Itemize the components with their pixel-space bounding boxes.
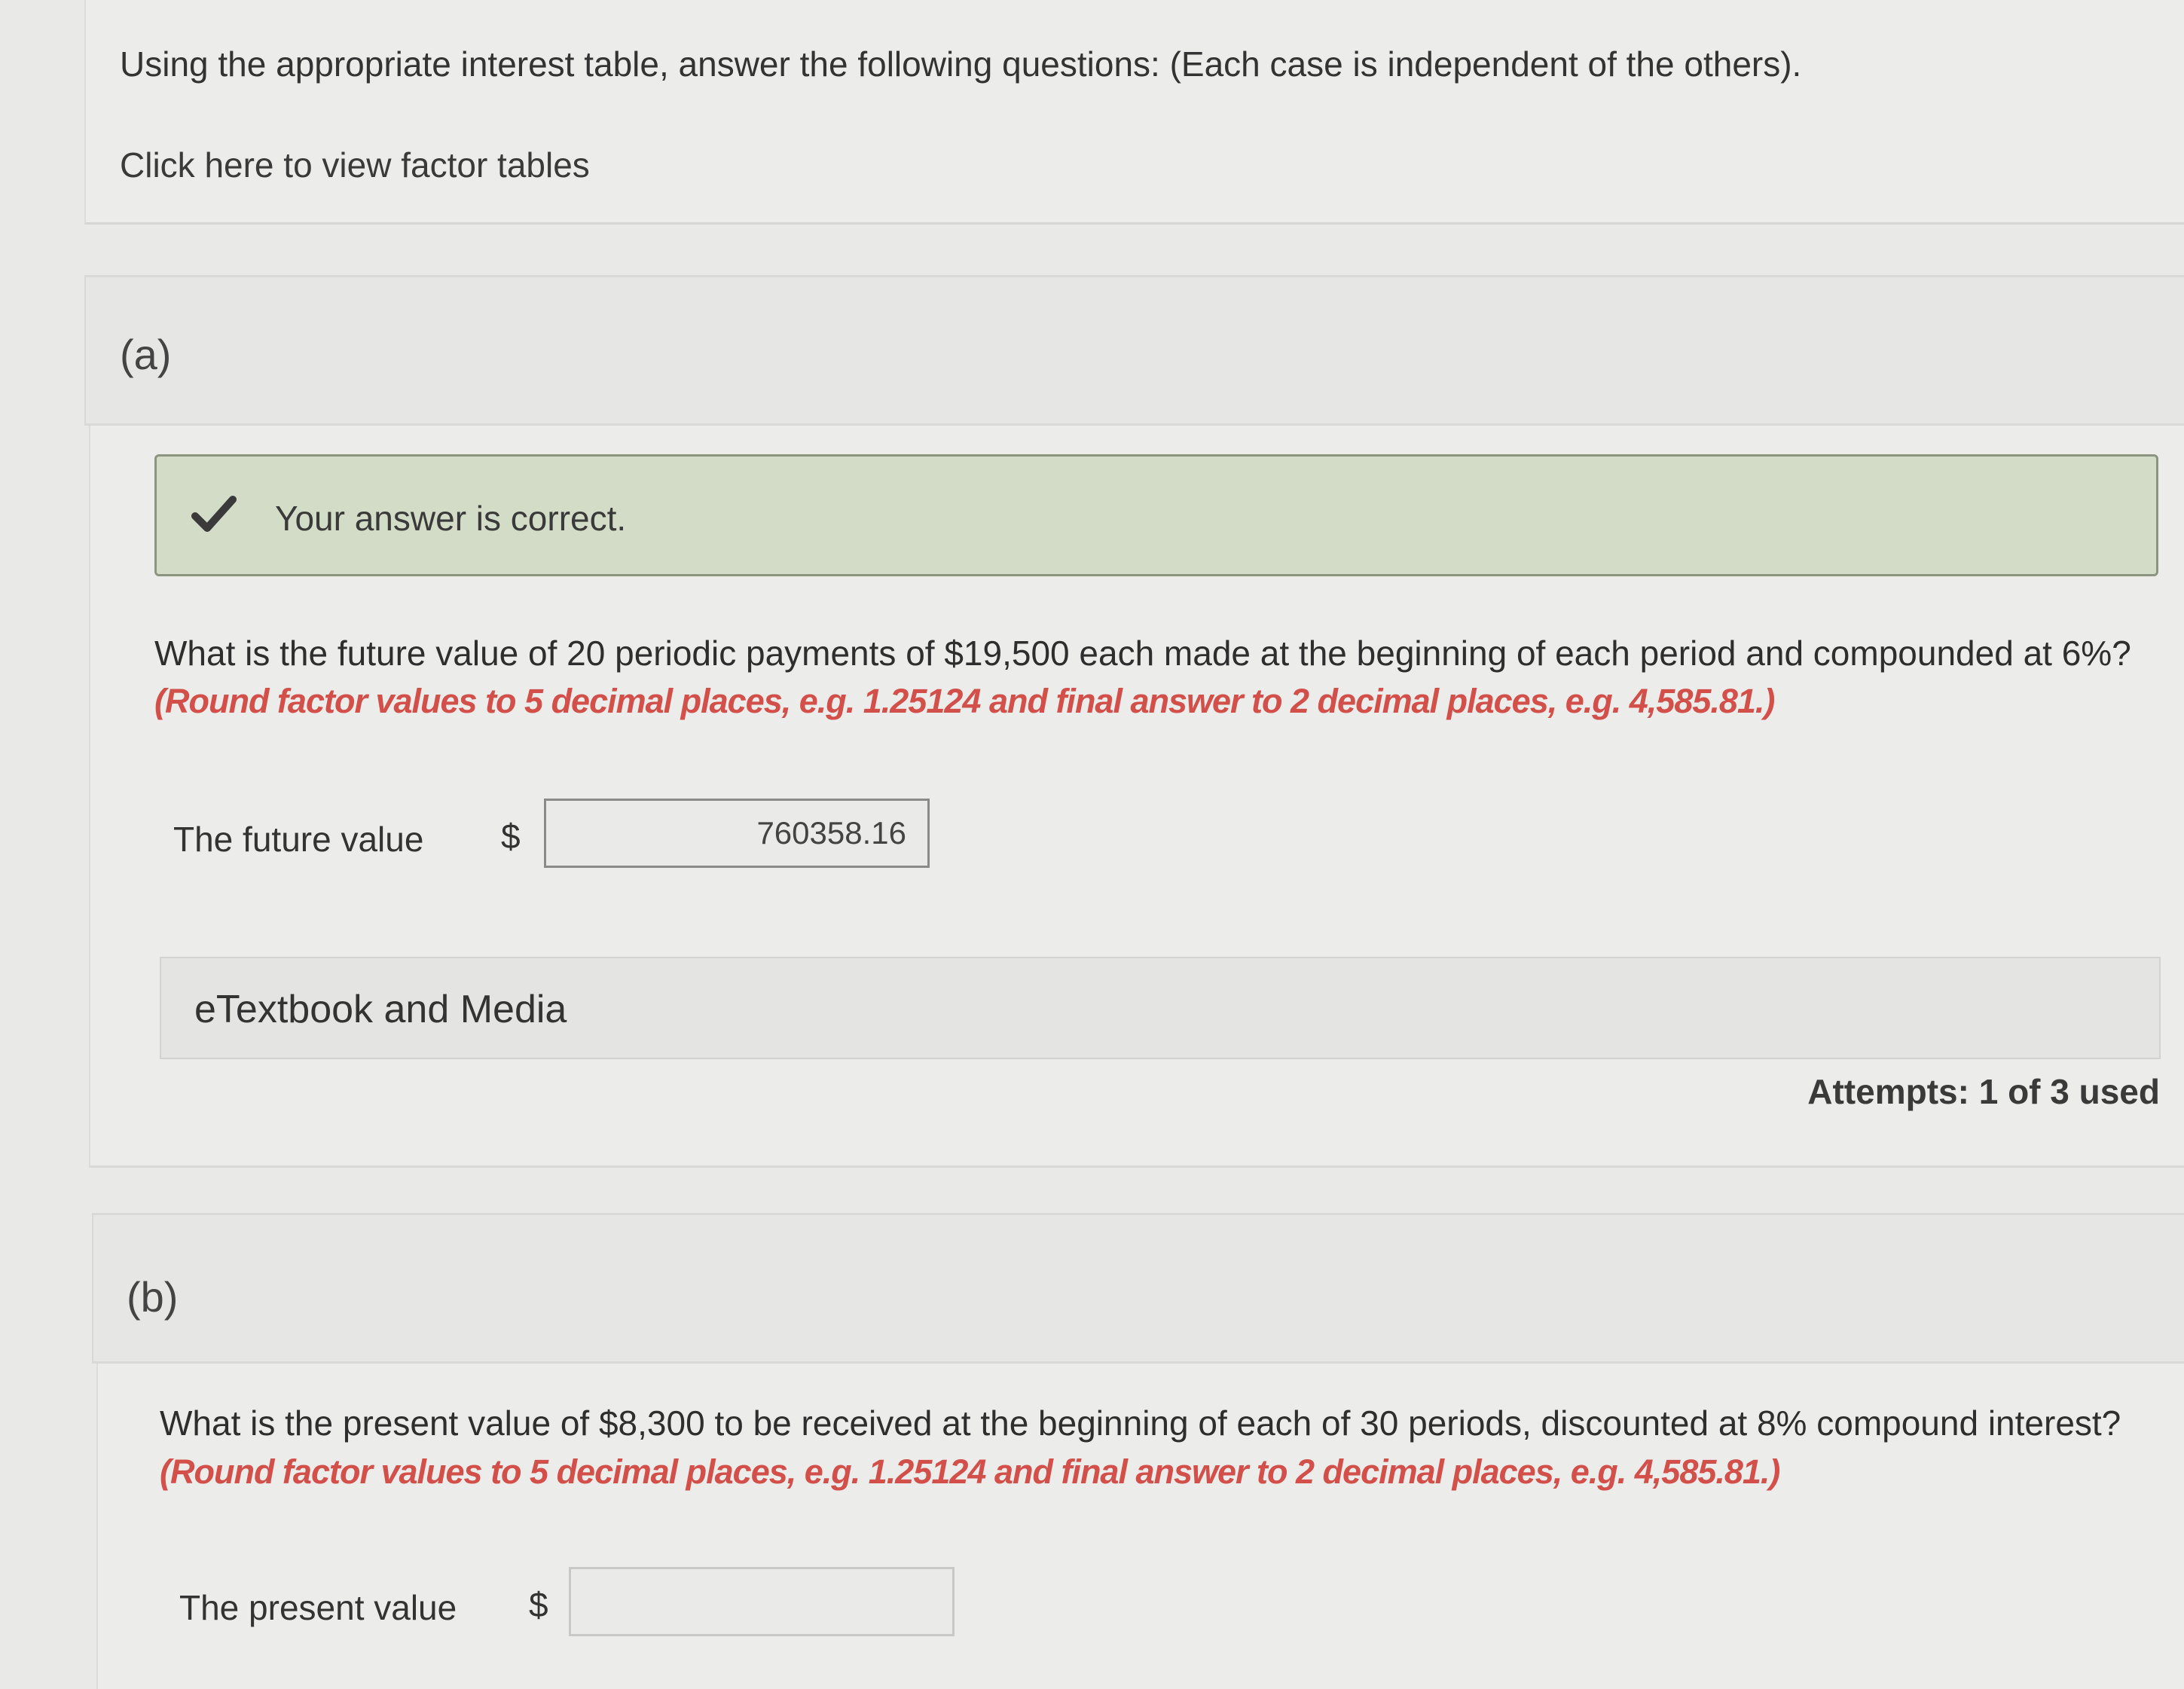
- page: Using the appropriate interest table, an…: [0, 0, 2184, 1689]
- part-a-label: (a): [120, 331, 172, 378]
- future-value-currency: $: [501, 817, 521, 856]
- present-value-label: The present value: [179, 1588, 457, 1627]
- intro-section: Using the appropriate interest table, an…: [84, 0, 2184, 224]
- etextbook-media-panel[interactable]: eTextbook and Media: [160, 957, 2161, 1059]
- present-value-currency: $: [529, 1585, 548, 1624]
- part-b-header: (b): [92, 1213, 2184, 1364]
- present-value-input[interactable]: [569, 1567, 955, 1636]
- part-b-label: (b): [127, 1273, 179, 1321]
- future-value-label: The future value: [173, 820, 424, 859]
- part-b-rounding-instruction: (Round factor values to 5 decimal places…: [160, 1452, 1780, 1491]
- part-a-header: (a): [84, 275, 2184, 426]
- checkmark-icon: [191, 496, 237, 532]
- intro-instructions: Using the appropriate interest table, an…: [120, 44, 1802, 84]
- part-a-question: What is the future value of 20 periodic …: [154, 634, 2131, 673]
- correct-feedback-banner: Your answer is correct.: [154, 454, 2158, 576]
- future-value-input[interactable]: [544, 799, 930, 868]
- attempts-counter: Attempts: 1 of 3 used: [1807, 1072, 2160, 1111]
- factor-tables-link[interactable]: Click here to view factor tables: [120, 145, 590, 185]
- correct-feedback-text: Your answer is correct.: [275, 499, 627, 538]
- part-b-question: What is the present value of $8,300 to b…: [160, 1403, 2121, 1443]
- part-a-rounding-instruction: (Round factor values to 5 decimal places…: [154, 682, 1775, 720]
- etextbook-media-label: eTextbook and Media: [194, 988, 567, 1031]
